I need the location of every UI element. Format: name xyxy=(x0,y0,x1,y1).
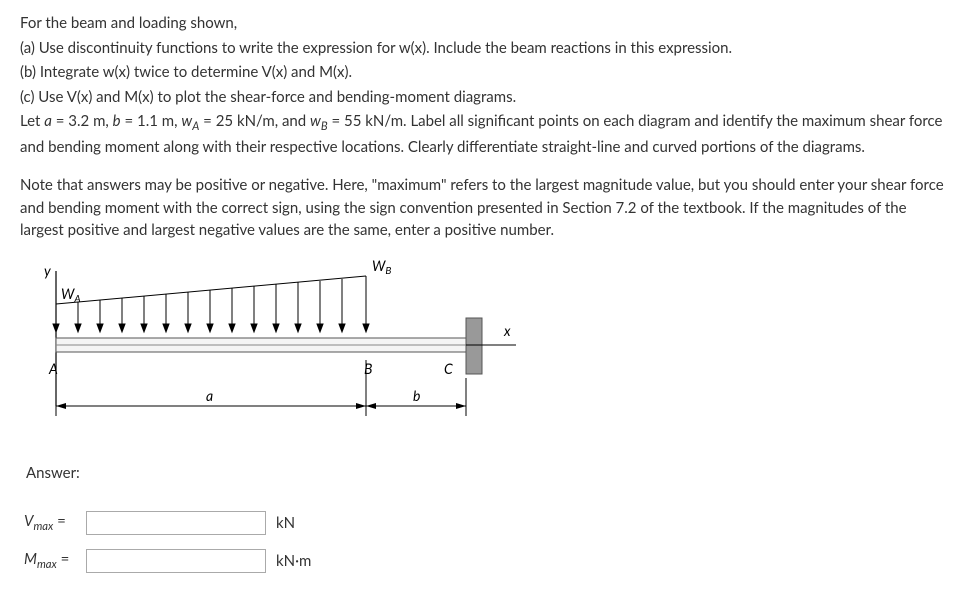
fixed-support xyxy=(466,318,482,374)
beam-diagram: y WB WA xyxy=(26,256,951,443)
problem-statement: For the beam and loading shown, (a) Use … xyxy=(20,12,951,242)
mmax-row: Mmax = kN·m xyxy=(24,547,951,575)
wB-label: WB xyxy=(372,257,391,277)
vmax-label: Vmax = xyxy=(24,510,86,536)
point-C: C xyxy=(444,360,453,377)
vmax-unit: kN xyxy=(276,512,295,535)
note: Note that answers may be positive or neg… xyxy=(20,174,951,242)
x-axis-label: x xyxy=(503,322,511,339)
vmax-row: Vmax = kN xyxy=(24,509,951,537)
mmax-label: Mmax = xyxy=(24,548,86,574)
part-a: (a) Use discontinuity functions to write… xyxy=(20,37,951,60)
part-c: (c) Use V(x) and M(x) to plot the shear-… xyxy=(20,86,951,109)
point-B: B xyxy=(364,360,372,377)
vmax-input[interactable] xyxy=(86,511,266,535)
mmax-unit: kN·m xyxy=(276,550,311,573)
load-arrows xyxy=(53,276,369,332)
y-axis-label: y xyxy=(44,262,51,279)
answer-heading: Answer: xyxy=(26,462,951,485)
part-b: (b) Integrate w(x) twice to determine V(… xyxy=(20,61,951,84)
dim-a: a xyxy=(206,387,213,404)
intro-line: For the beam and loading shown, xyxy=(20,12,951,35)
mmax-input[interactable] xyxy=(86,549,266,573)
parameters: Let a = 3.2 m, b = 1.1 m, wA = 25 kN/m, … xyxy=(20,110,951,158)
dim-b: b xyxy=(413,387,420,404)
